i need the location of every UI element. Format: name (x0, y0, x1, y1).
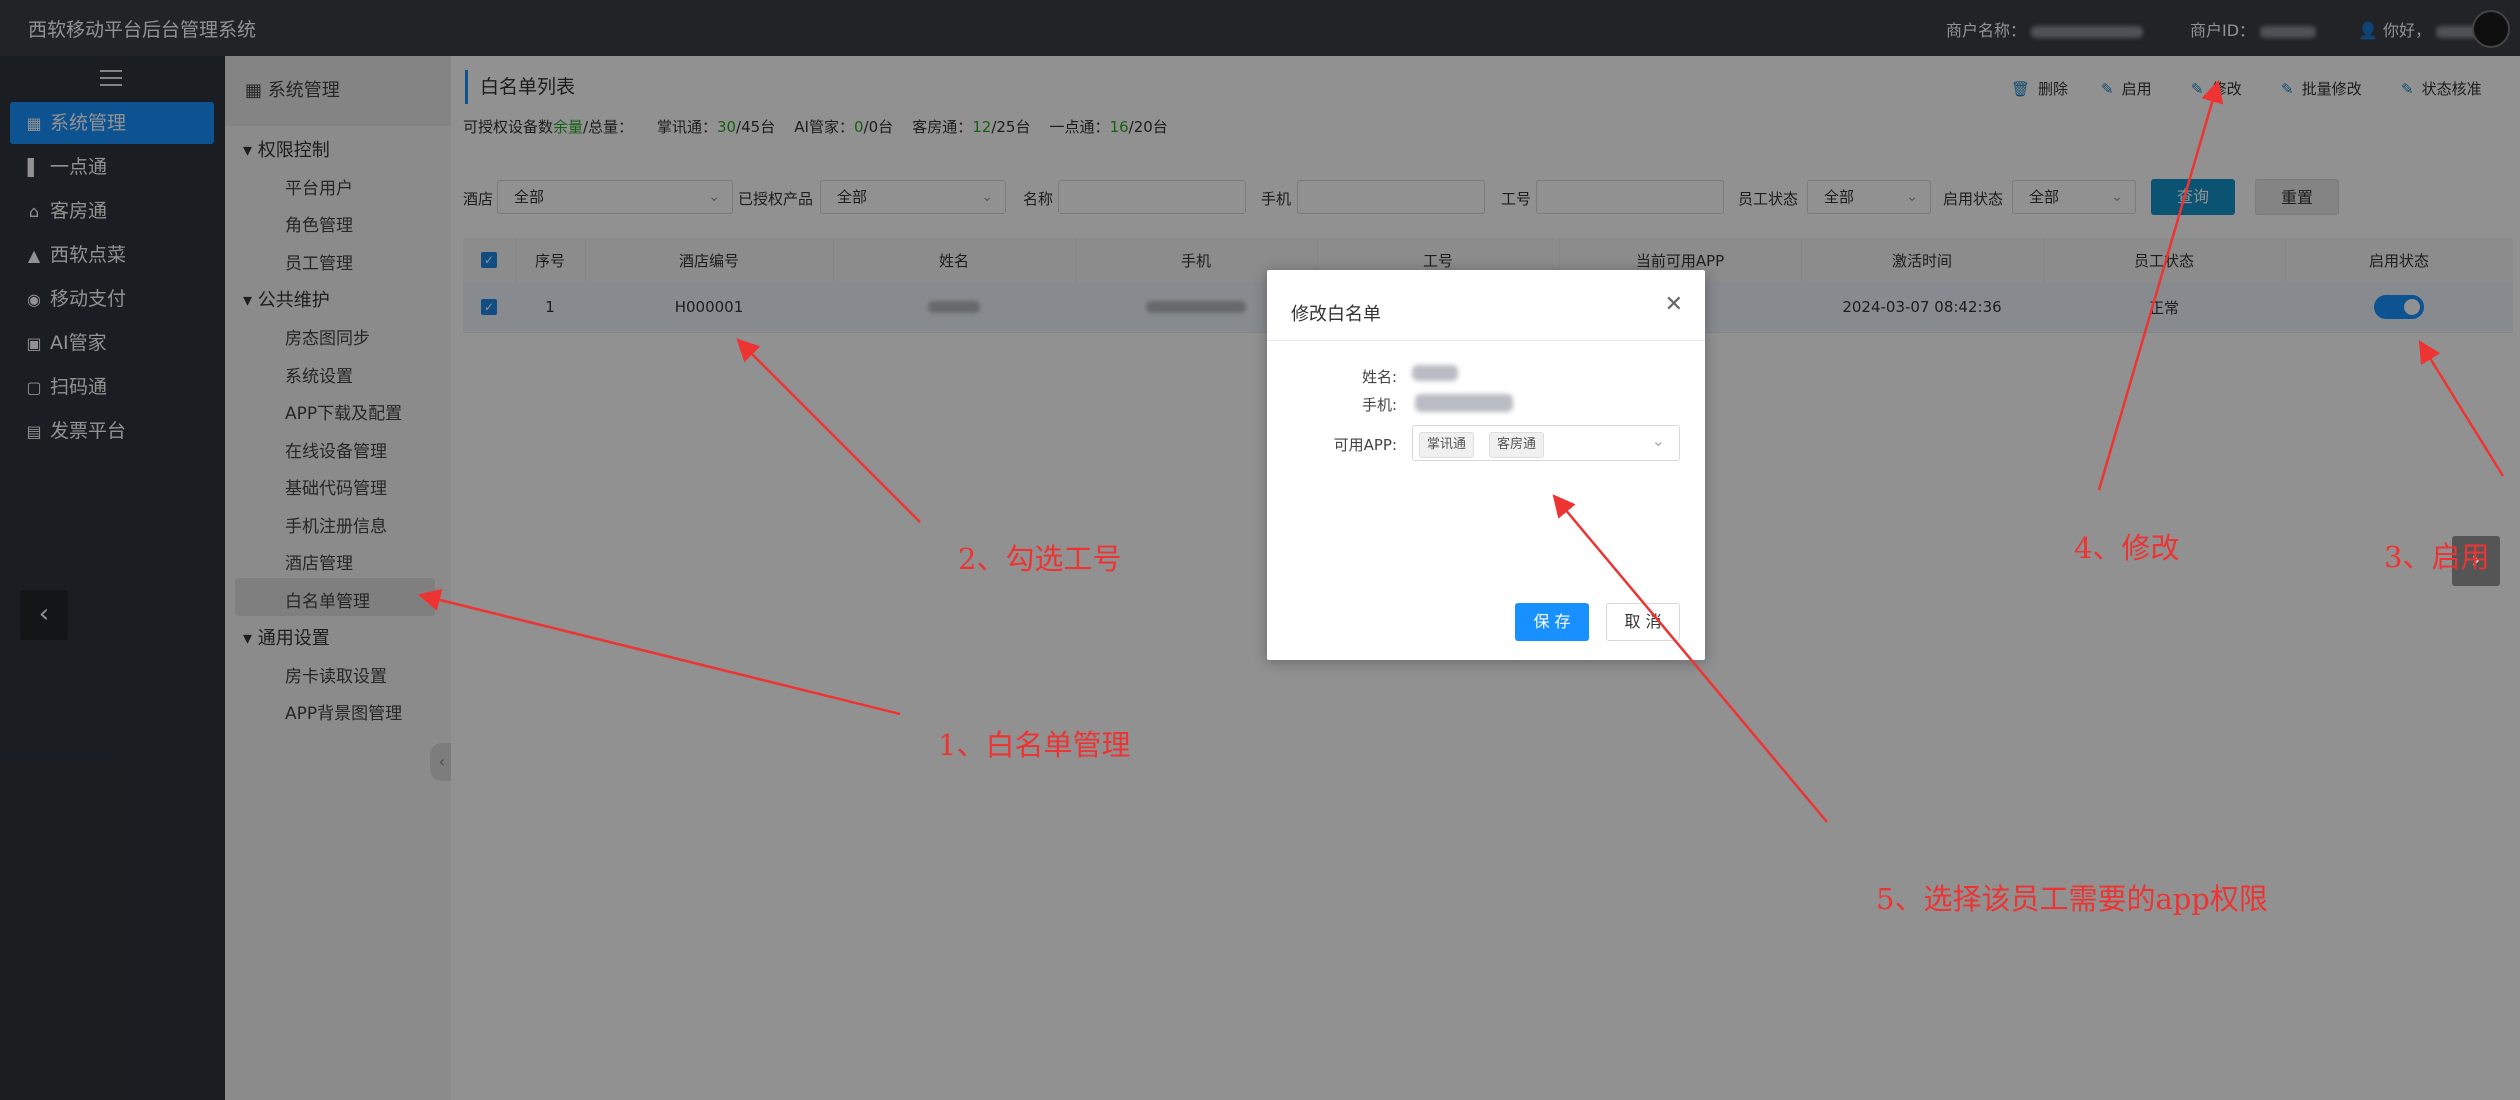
save-button[interactable]: 保 存 (1515, 603, 1589, 641)
annotation-step-2: 2、勾选工号 (958, 542, 1122, 576)
name-redacted (1412, 365, 1458, 381)
annotation-step-4: 4、修改 (2074, 531, 2180, 565)
annotation-step-3: 3、启用 (2384, 540, 2490, 574)
app-tag[interactable]: 客房通 (1489, 432, 1545, 458)
close-icon[interactable]: ✕ (1665, 292, 1683, 317)
app-label: 可用APP: (1333, 436, 1397, 454)
annotation-step-1: 1、白名单管理 (938, 728, 1131, 762)
phone-redacted (1415, 394, 1513, 412)
name-label: 姓名: (1361, 368, 1397, 386)
annotation-step-5: 5、选择该员工需要的app权限 (1876, 882, 2268, 916)
chevron-down-icon: ⌄ (1651, 431, 1665, 450)
cancel-button[interactable]: 取 消 (1606, 603, 1680, 641)
app-multiselect[interactable]: 掌讯通 客房通 ⌄ (1412, 425, 1680, 461)
app-tag[interactable]: 掌讯通 (1419, 432, 1475, 458)
dialog-title: 修改白名单 (1291, 304, 1381, 325)
edit-whitelist-dialog: 修改白名单 ✕ 姓名: 手机: 可用APP: 掌讯通 客房通 ⌄ 保 存 取 消 (1267, 270, 1705, 660)
phone-label: 手机: (1361, 396, 1397, 414)
